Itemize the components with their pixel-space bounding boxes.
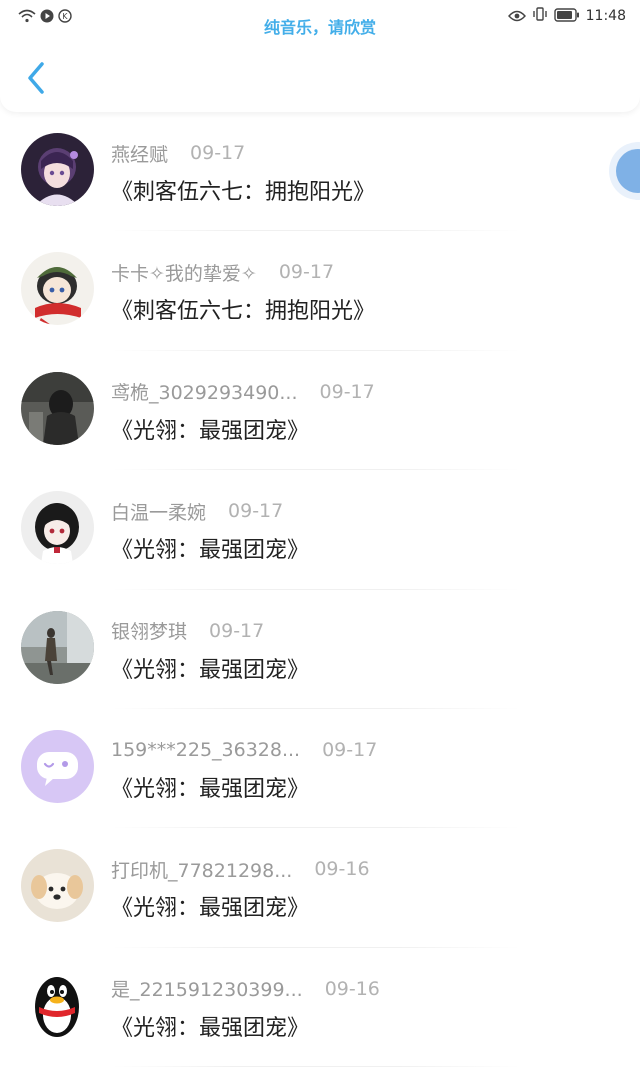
user-name[interactable]: 燕经赋 <box>111 140 168 167</box>
name-row: 打印机_77821298... 09-16 <box>111 856 370 882</box>
name-row: 是_221591230399... 09-16 <box>111 976 380 1002</box>
list-item[interactable]: 是_221591230399... 09-16 《光翎：最强团宠》 <box>0 948 640 1067</box>
avatar[interactable] <box>21 968 94 1042</box>
chevron-left-icon <box>28 62 44 94</box>
work-title[interactable]: 《刺客伍六七：拥抱阳光》 <box>111 293 375 325</box>
avatar[interactable] <box>21 610 94 684</box>
anime-boy-red-scarf-avatar <box>21 252 94 326</box>
list-item[interactable]: 银翎梦琪 09-17 《光翎：最强团宠》 <box>0 590 640 709</box>
user-name[interactable]: 卡卡✧我的挚爱✧ <box>111 259 257 286</box>
avatar[interactable] <box>21 252 94 326</box>
anime-girl-purple-avatar <box>21 133 94 206</box>
name-row: 159***225_36328... 09-17 <box>111 737 377 763</box>
date: 09-17 <box>319 380 375 403</box>
status-bar: K 纯音乐，请欣赏 11:48 <box>0 0 640 37</box>
header: K 纯音乐，请欣赏 11:48 <box>0 0 640 112</box>
name-row: 鸢桅_3029293490... 09-17 <box>111 379 375 405</box>
user-name[interactable]: 是_221591230399... <box>111 975 303 1002</box>
comment-list: 燕经赋 09-17 《刺客伍六七：拥抱阳光》 卡卡✧我的挚爱✧ 09-17 《刺… <box>0 112 640 1067</box>
qq-penguin-avatar <box>21 968 94 1042</box>
list-item[interactable]: 打印机_77821298... 09-16 《光翎：最强团宠》 <box>0 828 640 948</box>
date: 09-17 <box>209 619 265 642</box>
date: 09-17 <box>228 500 284 523</box>
name-row: 燕经赋 09-17 <box>111 140 245 166</box>
waterfall-figure-avatar <box>21 610 94 684</box>
work-title[interactable]: 《光翎：最强团宠》 <box>111 532 309 564</box>
back-button[interactable] <box>22 58 50 98</box>
assistant-icon <box>616 149 640 193</box>
work-title[interactable]: 《光翎：最强团宠》 <box>111 771 309 803</box>
date: 09-17 <box>278 261 335 284</box>
name-row: 卡卡✧我的挚爱✧ 09-17 <box>111 259 334 285</box>
user-name[interactable]: 打印机_77821298... <box>111 856 292 883</box>
list-item[interactable]: 燕经赋 09-17 《刺客伍六七：拥抱阳光》 <box>0 112 640 232</box>
list-item[interactable]: 白温一柔婉 09-17 《光翎：最强团宠》 <box>0 470 640 590</box>
status-icons-right: 11:48 <box>507 6 626 26</box>
avatar[interactable] <box>21 133 94 206</box>
date: 09-16 <box>324 977 380 1000</box>
user-name[interactable]: 鸢桅_3029293490... <box>111 378 298 405</box>
battery-icon <box>553 7 580 26</box>
user-name[interactable]: 银翎梦琪 <box>111 617 187 644</box>
clock: 11:48 <box>585 8 626 24</box>
name-row: 银翎梦琪 09-17 <box>111 618 264 644</box>
anime-girl-black-hair-avatar <box>21 491 94 565</box>
vibrate-icon <box>532 6 548 26</box>
work-title[interactable]: 《光翎：最强团宠》 <box>111 652 309 684</box>
chat-bubble-default-avatar <box>21 729 94 803</box>
user-name[interactable]: 白温一柔婉 <box>111 498 206 525</box>
date: 09-16 <box>314 858 370 881</box>
avatar[interactable] <box>21 849 94 923</box>
list-item[interactable]: 卡卡✧我的挚爱✧ 09-17 《刺客伍六七：拥抱阳光》 <box>0 231 640 351</box>
work-title[interactable]: 《光翎：最强团宠》 <box>111 890 309 922</box>
work-title[interactable]: 《光翎：最强团宠》 <box>111 413 309 445</box>
avatar[interactable] <box>21 371 94 445</box>
name-row: 白温一柔婉 09-17 <box>111 498 283 524</box>
work-title[interactable]: 《光翎：最强团宠》 <box>111 1010 309 1042</box>
work-title[interactable]: 《刺客伍六七：拥抱阳光》 <box>111 174 375 206</box>
avatar[interactable] <box>21 729 94 803</box>
list-item[interactable]: 159***225_36328... 09-17 《光翎：最强团宠》 <box>0 709 640 829</box>
date: 09-17 <box>322 738 378 761</box>
puppy-avatar <box>21 849 94 923</box>
list-item[interactable]: 鸢桅_3029293490... 09-17 《光翎：最强团宠》 <box>0 351 640 471</box>
dark-figure-avatar <box>21 371 94 445</box>
date: 09-17 <box>190 142 246 164</box>
eye-icon <box>507 7 526 26</box>
avatar[interactable] <box>21 491 94 565</box>
user-name[interactable]: 159***225_36328... <box>111 739 300 761</box>
